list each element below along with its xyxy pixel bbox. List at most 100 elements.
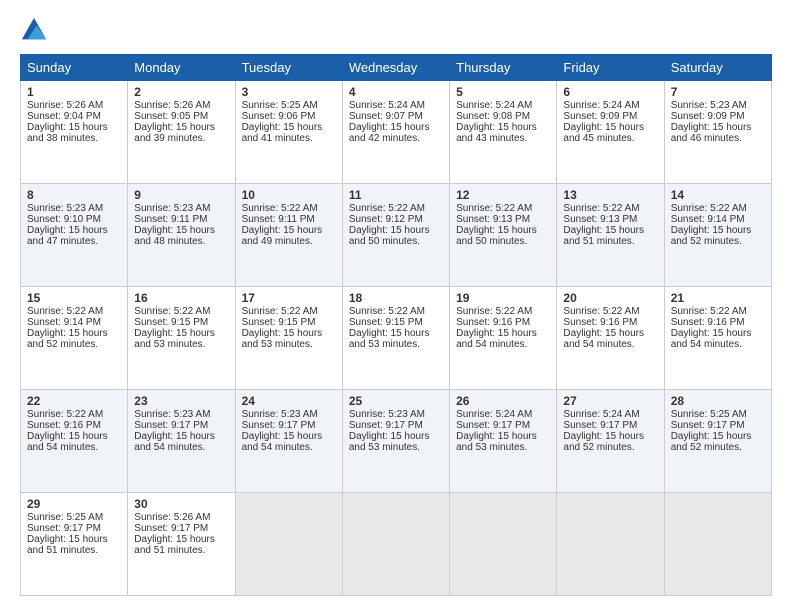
daylight: Daylight: 15 hours and 39 minutes. xyxy=(134,122,215,144)
sunrise: Sunrise: 5:22 AM xyxy=(349,306,425,317)
daylight: Daylight: 15 hours and 53 minutes. xyxy=(349,431,430,453)
calendar-header-row: SundayMondayTuesdayWednesdayThursdayFrid… xyxy=(21,55,772,81)
day-number: 27 xyxy=(563,394,657,408)
calendar-day-header: Friday xyxy=(557,55,664,81)
daylight: Daylight: 15 hours and 47 minutes. xyxy=(27,225,108,247)
daylight: Daylight: 15 hours and 43 minutes. xyxy=(456,122,537,144)
sunset: Sunset: 9:16 PM xyxy=(671,317,745,328)
calendar-week-row: 22 Sunrise: 5:22 AM Sunset: 9:16 PM Dayl… xyxy=(21,390,772,493)
calendar-cell: 12 Sunrise: 5:22 AM Sunset: 9:13 PM Dayl… xyxy=(450,184,557,287)
calendar-day-header: Monday xyxy=(128,55,235,81)
calendar-cell: 4 Sunrise: 5:24 AM Sunset: 9:07 PM Dayli… xyxy=(342,81,449,184)
sunrise: Sunrise: 5:22 AM xyxy=(456,203,532,214)
sunrise: Sunrise: 5:22 AM xyxy=(563,203,639,214)
sunrise: Sunrise: 5:24 AM xyxy=(349,100,425,111)
day-number: 12 xyxy=(456,188,550,202)
calendar-cell: 2 Sunrise: 5:26 AM Sunset: 9:05 PM Dayli… xyxy=(128,81,235,184)
sunset: Sunset: 9:14 PM xyxy=(27,317,101,328)
sunset: Sunset: 9:13 PM xyxy=(456,214,530,225)
daylight: Daylight: 15 hours and 51 minutes. xyxy=(134,534,215,556)
daylight: Daylight: 15 hours and 53 minutes. xyxy=(134,328,215,350)
calendar-cell: 23 Sunrise: 5:23 AM Sunset: 9:17 PM Dayl… xyxy=(128,390,235,493)
calendar-cell: 13 Sunrise: 5:22 AM Sunset: 9:13 PM Dayl… xyxy=(557,184,664,287)
calendar-cell: 3 Sunrise: 5:25 AM Sunset: 9:06 PM Dayli… xyxy=(235,81,342,184)
sunset: Sunset: 9:11 PM xyxy=(242,214,315,225)
daylight: Daylight: 15 hours and 38 minutes. xyxy=(27,122,108,144)
day-number: 8 xyxy=(27,188,121,202)
sunset: Sunset: 9:17 PM xyxy=(671,420,745,431)
day-number: 21 xyxy=(671,291,765,305)
sunset: Sunset: 9:16 PM xyxy=(27,420,101,431)
calendar-day-header: Sunday xyxy=(21,55,128,81)
day-number: 18 xyxy=(349,291,443,305)
sunrise: Sunrise: 5:23 AM xyxy=(134,409,210,420)
calendar-day-header: Tuesday xyxy=(235,55,342,81)
day-number: 14 xyxy=(671,188,765,202)
sunset: Sunset: 9:08 PM xyxy=(456,111,530,122)
sunset: Sunset: 9:15 PM xyxy=(134,317,208,328)
sunset: Sunset: 9:13 PM xyxy=(563,214,637,225)
sunrise: Sunrise: 5:24 AM xyxy=(563,409,639,420)
day-number: 10 xyxy=(242,188,336,202)
sunset: Sunset: 9:14 PM xyxy=(671,214,745,225)
day-number: 6 xyxy=(563,85,657,99)
calendar-cell: 10 Sunrise: 5:22 AM Sunset: 9:11 PM Dayl… xyxy=(235,184,342,287)
calendar-week-row: 15 Sunrise: 5:22 AM Sunset: 9:14 PM Dayl… xyxy=(21,287,772,390)
sunrise: Sunrise: 5:23 AM xyxy=(134,203,210,214)
day-number: 30 xyxy=(134,497,228,511)
sunset: Sunset: 9:17 PM xyxy=(349,420,423,431)
calendar-cell: 19 Sunrise: 5:22 AM Sunset: 9:16 PM Dayl… xyxy=(450,287,557,390)
daylight: Daylight: 15 hours and 53 minutes. xyxy=(456,431,537,453)
calendar-cell: 30 Sunrise: 5:26 AM Sunset: 9:17 PM Dayl… xyxy=(128,493,235,596)
calendar-cell: 22 Sunrise: 5:22 AM Sunset: 9:16 PM Dayl… xyxy=(21,390,128,493)
sunset: Sunset: 9:17 PM xyxy=(134,420,208,431)
calendar-cell: 7 Sunrise: 5:23 AM Sunset: 9:09 PM Dayli… xyxy=(664,81,771,184)
calendar-cell: 6 Sunrise: 5:24 AM Sunset: 9:09 PM Dayli… xyxy=(557,81,664,184)
day-number: 2 xyxy=(134,85,228,99)
daylight: Daylight: 15 hours and 52 minutes. xyxy=(671,225,752,247)
calendar-cell xyxy=(235,493,342,596)
calendar-cell xyxy=(450,493,557,596)
sunset: Sunset: 9:15 PM xyxy=(242,317,316,328)
day-number: 19 xyxy=(456,291,550,305)
calendar-cell: 25 Sunrise: 5:23 AM Sunset: 9:17 PM Dayl… xyxy=(342,390,449,493)
sunrise: Sunrise: 5:26 AM xyxy=(27,100,103,111)
sunrise: Sunrise: 5:26 AM xyxy=(134,512,210,523)
sunset: Sunset: 9:06 PM xyxy=(242,111,316,122)
calendar-cell: 21 Sunrise: 5:22 AM Sunset: 9:16 PM Dayl… xyxy=(664,287,771,390)
calendar-cell: 15 Sunrise: 5:22 AM Sunset: 9:14 PM Dayl… xyxy=(21,287,128,390)
calendar-week-row: 8 Sunrise: 5:23 AM Sunset: 9:10 PM Dayli… xyxy=(21,184,772,287)
day-number: 16 xyxy=(134,291,228,305)
day-number: 28 xyxy=(671,394,765,408)
day-number: 11 xyxy=(349,188,443,202)
sunset: Sunset: 9:17 PM xyxy=(27,523,101,534)
day-number: 5 xyxy=(456,85,550,99)
sunrise: Sunrise: 5:23 AM xyxy=(27,203,103,214)
sunset: Sunset: 9:10 PM xyxy=(27,214,101,225)
page: SundayMondayTuesdayWednesdayThursdayFrid… xyxy=(0,0,792,612)
daylight: Daylight: 15 hours and 53 minutes. xyxy=(349,328,430,350)
calendar-cell: 27 Sunrise: 5:24 AM Sunset: 9:17 PM Dayl… xyxy=(557,390,664,493)
sunrise: Sunrise: 5:26 AM xyxy=(134,100,210,111)
daylight: Daylight: 15 hours and 50 minutes. xyxy=(349,225,430,247)
calendar-cell: 1 Sunrise: 5:26 AM Sunset: 9:04 PM Dayli… xyxy=(21,81,128,184)
day-number: 13 xyxy=(563,188,657,202)
calendar-cell: 8 Sunrise: 5:23 AM Sunset: 9:10 PM Dayli… xyxy=(21,184,128,287)
daylight: Daylight: 15 hours and 50 minutes. xyxy=(456,225,537,247)
daylight: Daylight: 15 hours and 52 minutes. xyxy=(563,431,644,453)
sunrise: Sunrise: 5:24 AM xyxy=(456,409,532,420)
day-number: 26 xyxy=(456,394,550,408)
daylight: Daylight: 15 hours and 54 minutes. xyxy=(242,431,323,453)
calendar-cell: 14 Sunrise: 5:22 AM Sunset: 9:14 PM Dayl… xyxy=(664,184,771,287)
day-number: 9 xyxy=(134,188,228,202)
daylight: Daylight: 15 hours and 46 minutes. xyxy=(671,122,752,144)
calendar-cell: 24 Sunrise: 5:23 AM Sunset: 9:17 PM Dayl… xyxy=(235,390,342,493)
sunset: Sunset: 9:17 PM xyxy=(456,420,530,431)
daylight: Daylight: 15 hours and 41 minutes. xyxy=(242,122,323,144)
sunrise: Sunrise: 5:25 AM xyxy=(671,409,747,420)
calendar-cell: 17 Sunrise: 5:22 AM Sunset: 9:15 PM Dayl… xyxy=(235,287,342,390)
daylight: Daylight: 15 hours and 51 minutes. xyxy=(563,225,644,247)
header xyxy=(20,16,772,44)
daylight: Daylight: 15 hours and 48 minutes. xyxy=(134,225,215,247)
sunrise: Sunrise: 5:22 AM xyxy=(456,306,532,317)
